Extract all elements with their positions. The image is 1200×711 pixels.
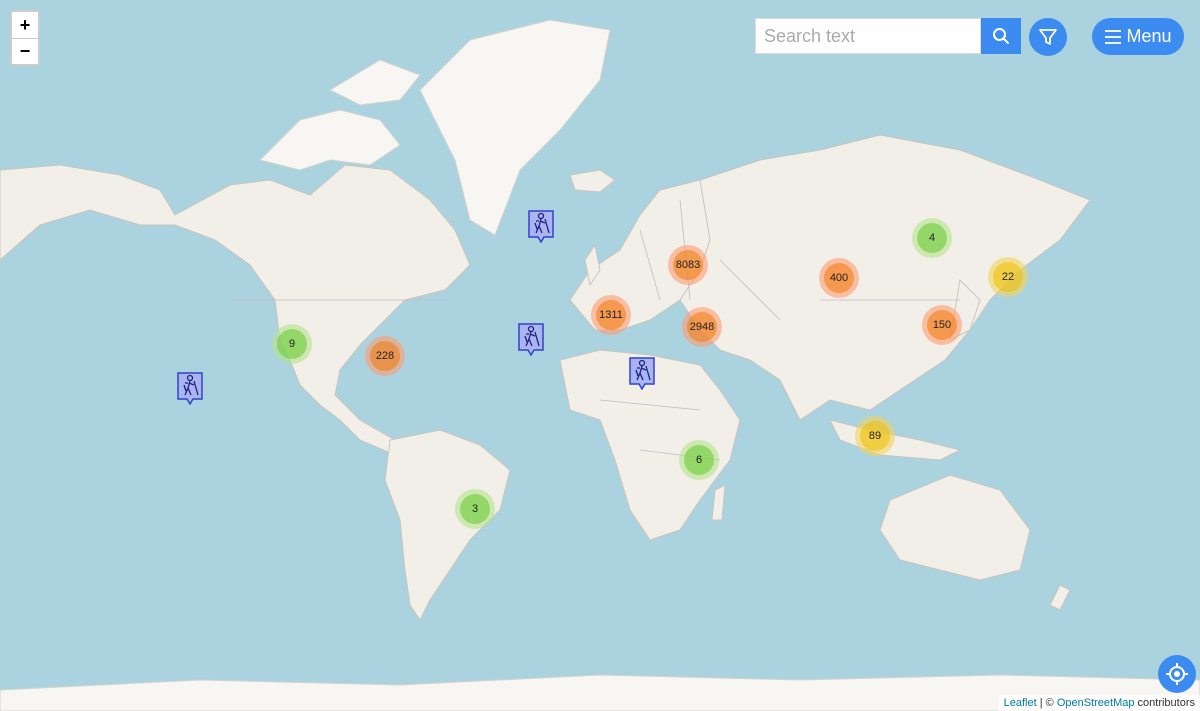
cluster-marker[interactable]: 89: [855, 416, 895, 456]
cluster-marker[interactable]: 1311: [591, 295, 631, 335]
zoom-in-button[interactable]: +: [12, 12, 38, 38]
search-input[interactable]: [755, 18, 981, 54]
cluster-marker[interactable]: 9: [272, 324, 312, 364]
hiker-marker[interactable]: [527, 209, 555, 244]
search-icon: [993, 28, 1009, 44]
menu-button[interactable]: Menu: [1092, 18, 1184, 55]
cluster-count: 400: [824, 263, 854, 293]
cluster-marker[interactable]: 8083: [668, 245, 708, 285]
menu-label: Menu: [1126, 26, 1172, 46]
hiker-marker[interactable]: [628, 356, 656, 391]
osm-link[interactable]: OpenStreetMap: [1057, 697, 1135, 709]
cluster-marker[interactable]: 22: [988, 257, 1028, 297]
cluster-count: 228: [370, 341, 400, 371]
hiker-icon: [518, 323, 544, 357]
cluster-marker[interactable]: 2948: [682, 307, 722, 347]
cluster-count: 8083: [673, 250, 703, 280]
cluster-marker[interactable]: 400: [819, 258, 859, 298]
cluster-count: 9: [277, 329, 307, 359]
hiker-icon: [629, 357, 655, 391]
attribution-separator: | ©: [1036, 697, 1057, 709]
map[interactable]: 8083 400 4 22 1311 2948 150 9 228 89 6 3: [0, 0, 1200, 711]
cluster-marker[interactable]: 150: [922, 305, 962, 345]
zoom-control: + −: [10, 10, 40, 66]
cluster-count: 3: [460, 494, 490, 524]
hiker-marker[interactable]: [176, 371, 204, 406]
cluster-count: 22: [993, 262, 1023, 292]
zoom-out-button[interactable]: −: [12, 38, 38, 64]
cluster-count: 150: [927, 310, 957, 340]
search-button[interactable]: [981, 18, 1021, 54]
world-basemap: [0, 0, 1200, 711]
hiker-icon: [528, 210, 554, 244]
leaflet-link[interactable]: Leaflet: [1004, 697, 1037, 709]
filter-icon: [1039, 29, 1057, 45]
attribution-suffix: contributors: [1134, 697, 1195, 709]
hamburger-icon: [1105, 29, 1122, 44]
cluster-marker[interactable]: 4: [912, 218, 952, 258]
cluster-marker[interactable]: 228: [365, 336, 405, 376]
hiker-icon: [177, 372, 203, 406]
cluster-count: 6: [684, 445, 714, 475]
cluster-count: 2948: [687, 312, 717, 342]
locate-button[interactable]: [1158, 655, 1196, 693]
search-bar: [755, 18, 1021, 54]
cluster-count: 4: [917, 223, 947, 253]
cluster-marker[interactable]: 3: [455, 489, 495, 529]
cluster-count: 89: [860, 421, 890, 451]
cluster-marker[interactable]: 6: [679, 440, 719, 480]
hiker-marker[interactable]: [517, 322, 545, 357]
crosshair-icon: [1166, 663, 1188, 685]
filter-button[interactable]: [1029, 18, 1067, 56]
cluster-count: 1311: [596, 300, 626, 330]
map-attribution: Leaflet | © OpenStreetMap contributors: [998, 695, 1200, 711]
